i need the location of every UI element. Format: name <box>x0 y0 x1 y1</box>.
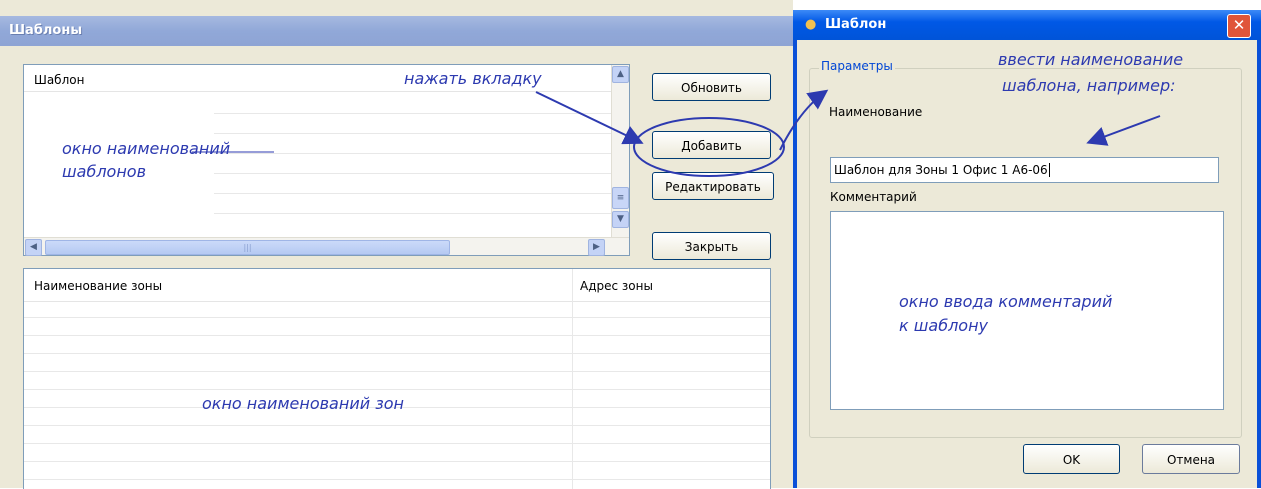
arrow-to-name-input <box>1086 115 1161 146</box>
annotation-arrows <box>192 89 1161 177</box>
arrow-to-dialog <box>779 89 829 151</box>
arrow-to-add-button <box>535 91 644 145</box>
highlight-ellipse <box>633 117 785 177</box>
